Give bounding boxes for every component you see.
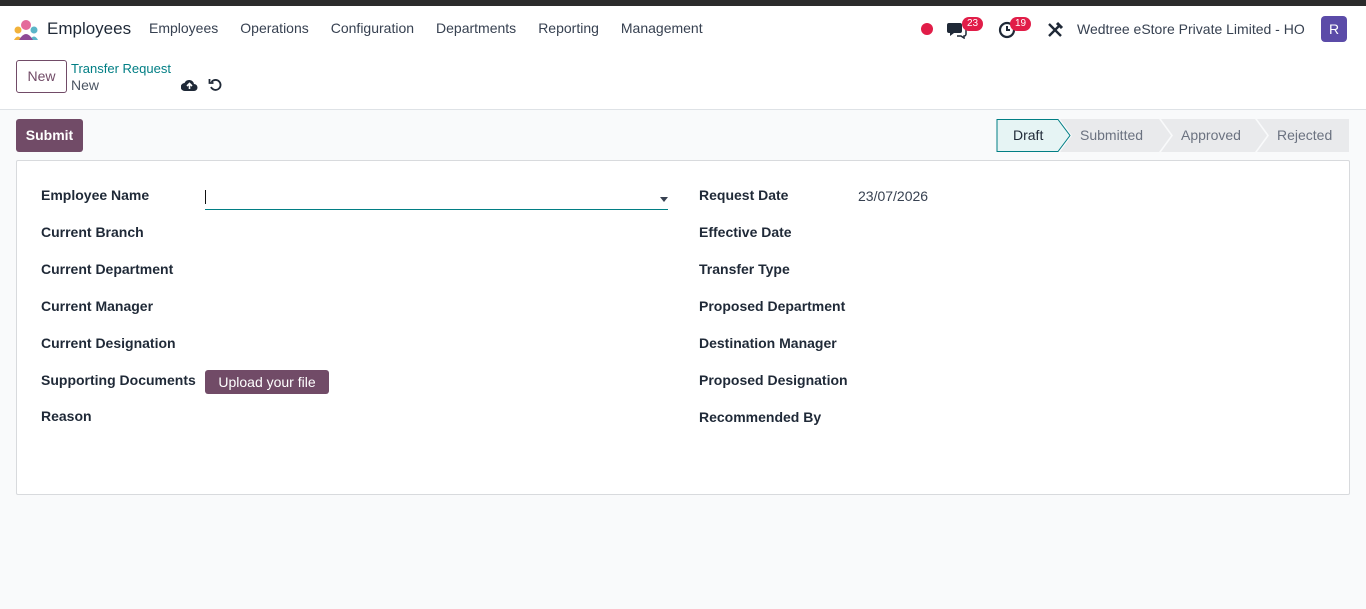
label-current-designation: Current Designation — [41, 335, 176, 351]
main-menu: Employees Operations Configuration Depar… — [149, 20, 725, 36]
recording-indicator-icon[interactable] — [921, 23, 933, 35]
text-cursor — [205, 190, 206, 204]
breadcrumb-current: New — [71, 77, 100, 93]
breadcrumb-parent-link[interactable]: Transfer Request — [71, 61, 171, 76]
app-name[interactable]: Employees — [47, 19, 131, 39]
stage-rejected[interactable]: Rejected — [1277, 127, 1332, 143]
menu-departments[interactable]: Departments — [436, 20, 516, 36]
label-current-manager: Current Manager — [41, 298, 154, 314]
form-sheet: Employee Name Current Branch Current Dep… — [16, 160, 1350, 495]
dropdown-caret-icon[interactable] — [660, 197, 668, 202]
label-current-department: Current Department — [41, 261, 174, 277]
stage-approved[interactable]: Approved — [1181, 127, 1241, 143]
top-navbar: Employees Employees Operations Configura… — [0, 6, 1366, 52]
label-supporting-documents: Supporting Documents — [41, 372, 196, 388]
control-panel: New Transfer Request New — [0, 52, 1366, 110]
status-bar: Draft Submitted Approved Rejected — [996, 119, 1349, 152]
employees-app-icon[interactable] — [13, 19, 39, 41]
new-button[interactable]: New — [16, 60, 67, 93]
menu-management[interactable]: Management — [621, 20, 703, 36]
label-effective-date: Effective Date — [699, 224, 792, 240]
menu-employees[interactable]: Employees — [149, 20, 218, 36]
upload-file-button[interactable]: Upload your file — [205, 370, 329, 394]
label-request-date: Request Date — [699, 187, 789, 203]
label-employee-name: Employee Name — [41, 187, 150, 203]
menu-operations[interactable]: Operations — [240, 20, 308, 36]
submit-button[interactable]: Submit — [16, 119, 83, 152]
discard-undo-icon[interactable] — [208, 77, 223, 92]
menu-reporting[interactable]: Reporting — [538, 20, 599, 36]
label-proposed-designation: Proposed Designation — [699, 372, 848, 388]
label-current-branch: Current Branch — [41, 224, 144, 240]
debug-tools-icon[interactable] — [1046, 21, 1064, 39]
label-reason: Reason — [41, 408, 92, 424]
label-recommended-by: Recommended By — [699, 409, 822, 425]
menu-configuration[interactable]: Configuration — [331, 20, 414, 36]
label-proposed-department: Proposed Department — [699, 298, 846, 314]
stage-submitted[interactable]: Submitted — [1080, 127, 1143, 143]
company-switcher[interactable]: Wedtree eStore Private Limited - HO — [1077, 21, 1305, 37]
stage-draft[interactable]: Draft — [1013, 127, 1043, 143]
label-destination-manager: Destination Manager — [699, 335, 837, 351]
messages-count-badge: 23 — [962, 17, 984, 31]
save-cloud-icon[interactable] — [181, 78, 198, 92]
label-transfer-type: Transfer Type — [699, 261, 790, 277]
user-avatar[interactable]: R — [1321, 16, 1347, 42]
activities-count-badge: 19 — [1010, 17, 1032, 31]
employee-name-input[interactable] — [205, 188, 668, 210]
request-date-field[interactable]: 23/07/2026 — [858, 188, 928, 204]
